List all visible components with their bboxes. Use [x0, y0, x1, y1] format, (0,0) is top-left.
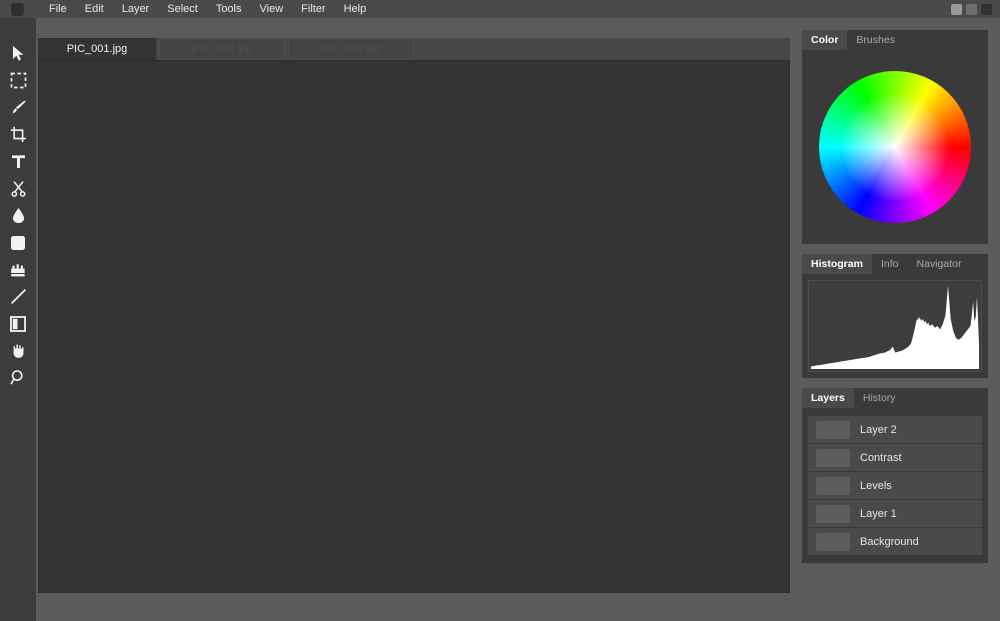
- cut-tool[interactable]: [0, 175, 36, 202]
- tab-layers[interactable]: Layers: [802, 388, 854, 408]
- layer-name: Contrast: [860, 451, 902, 464]
- layers-panel: Layers History Layer 2 Contrast Levels L…: [802, 388, 988, 563]
- crop-icon: [10, 126, 27, 143]
- menu-item-tools[interactable]: Tools: [207, 0, 251, 18]
- color-panel-tabs: Color Brushes: [802, 30, 988, 50]
- menu-item-view[interactable]: View: [251, 0, 293, 18]
- layer-row[interactable]: Levels: [808, 472, 982, 500]
- stamp-icon: [10, 262, 27, 278]
- rounded-square-icon: [10, 235, 26, 251]
- document-area: PIC_001.jpg PIC_002.jpg PIC_003.jpg: [38, 38, 790, 593]
- tab-history[interactable]: History: [853, 388, 905, 408]
- layer-thumbnail: [816, 476, 850, 495]
- histogram-svg: [811, 285, 979, 369]
- histogram-panel: Histogram Info Navigator: [802, 254, 988, 378]
- magnifier-icon: [9, 369, 27, 386]
- color-panel: Color Brushes: [802, 30, 988, 244]
- color-wheel[interactable]: [819, 71, 971, 223]
- menu-item-file[interactable]: File: [40, 0, 76, 18]
- crop-tool[interactable]: [0, 121, 36, 148]
- tool-palette: [0, 18, 36, 621]
- layer-name: Background: [860, 535, 919, 548]
- menu-bar: File Edit Layer Select Tools View Filter…: [0, 0, 1000, 18]
- close-button[interactable]: [981, 4, 992, 15]
- layer-row[interactable]: Layer 2: [808, 416, 982, 444]
- layer-thumbnail: [816, 504, 850, 523]
- layer-list: Layer 2 Contrast Levels Layer 1 Backgrou…: [808, 414, 982, 557]
- app-logo-icon: [11, 2, 24, 16]
- marquee-select-tool[interactable]: [0, 67, 36, 94]
- paintbrush-icon: [10, 99, 27, 116]
- menu-item-help[interactable]: Help: [335, 0, 376, 18]
- minimize-button[interactable]: [951, 4, 962, 15]
- layer-thumbnail: [816, 448, 850, 467]
- layers-panel-body: Layer 2 Contrast Levels Layer 1 Backgrou…: [802, 408, 988, 563]
- shape-tool[interactable]: [0, 229, 36, 256]
- document-tab-pic-003[interactable]: PIC_003.jpg: [288, 38, 414, 60]
- diagonal-line-icon: [10, 288, 27, 305]
- scissors-icon: [10, 180, 27, 197]
- layer-row[interactable]: Contrast: [808, 444, 982, 472]
- histogram-panel-tabs: Histogram Info Navigator: [802, 254, 988, 274]
- text-tool[interactable]: [0, 148, 36, 175]
- histogram-chart: [808, 280, 982, 372]
- maximize-button[interactable]: [966, 4, 977, 15]
- menu-item-filter[interactable]: Filter: [292, 0, 334, 18]
- droplet-icon: [11, 207, 26, 224]
- image-canvas[interactable]: [38, 60, 790, 593]
- layers-panel-tabs: Layers History: [802, 388, 988, 408]
- dashed-rectangle-icon: [10, 72, 27, 89]
- layer-thumbnail: [816, 420, 850, 439]
- right-panel-column: Color Brushes Histogram Info Navigator L…: [802, 30, 988, 573]
- menu-item-layer[interactable]: Layer: [113, 0, 159, 18]
- gradient-tool[interactable]: [0, 310, 36, 337]
- document-tab-pic-002[interactable]: PIC_002.jpg: [159, 38, 285, 60]
- menu-item-edit[interactable]: Edit: [76, 0, 113, 18]
- zoom-tool[interactable]: [0, 364, 36, 391]
- tab-histogram[interactable]: Histogram: [802, 254, 872, 274]
- menu-item-select[interactable]: Select: [158, 0, 207, 18]
- layer-row[interactable]: Layer 1: [808, 500, 982, 528]
- layer-thumbnail: [816, 532, 850, 551]
- document-tab-strip: PIC_001.jpg PIC_002.jpg PIC_003.jpg: [38, 38, 790, 60]
- stamp-tool[interactable]: [0, 256, 36, 283]
- histogram-panel-body: [802, 274, 988, 378]
- tab-info[interactable]: Info: [871, 254, 908, 274]
- layer-name: Levels: [860, 479, 892, 492]
- tab-brushes[interactable]: Brushes: [847, 30, 904, 50]
- document-tab-pic-001[interactable]: PIC_001.jpg: [38, 38, 156, 60]
- hand-tool[interactable]: [0, 337, 36, 364]
- brush-tool[interactable]: [0, 94, 36, 121]
- color-wheel-container: [808, 56, 982, 238]
- cursor-arrow-icon: [11, 45, 26, 62]
- histogram-area-path: [811, 285, 979, 369]
- tab-navigator[interactable]: Navigator: [907, 254, 971, 274]
- window-controls: [951, 4, 992, 15]
- line-tool[interactable]: [0, 283, 36, 310]
- menu-item-list: File Edit Layer Select Tools View Filter…: [40, 0, 375, 18]
- color-panel-body: [802, 50, 988, 244]
- move-tool[interactable]: [0, 40, 36, 67]
- image-editor-window: File Edit Layer Select Tools View Filter…: [0, 0, 1000, 621]
- half-filled-square-icon: [10, 315, 26, 332]
- layer-name: Layer 1: [860, 507, 897, 520]
- blur-tool[interactable]: [0, 202, 36, 229]
- text-t-icon: [10, 153, 27, 170]
- hand-icon: [11, 342, 26, 359]
- layer-row[interactable]: Background: [808, 528, 982, 555]
- layer-name: Layer 2: [860, 423, 897, 436]
- tab-color[interactable]: Color: [802, 30, 848, 50]
